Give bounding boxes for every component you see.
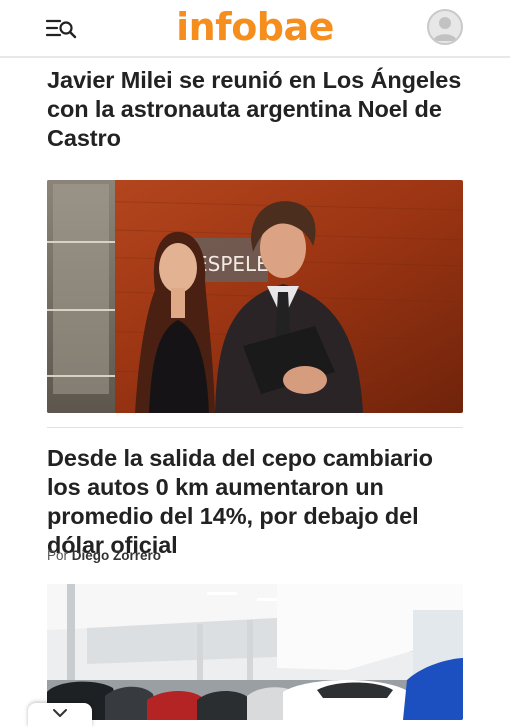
user-account-button[interactable] — [427, 9, 463, 45]
article-divider — [47, 427, 463, 428]
site-header: infobae — [0, 0, 510, 58]
byline-prefix: Por — [47, 548, 69, 563]
milei-astronaut-photo: ESPELE — [47, 180, 463, 413]
byline-author[interactable]: Diego Zorrero — [72, 548, 161, 563]
collapse-banner-button[interactable] — [28, 703, 92, 727]
user-avatar-icon — [433, 17, 457, 41]
car-dealership-photo — [47, 584, 463, 720]
article-photo-2[interactable] — [47, 584, 463, 720]
article-title-2[interactable]: Desde la salida del cepo cambiario los a… — [47, 444, 463, 560]
article-title-1[interactable]: Javier Milei se reunió en Los Ángeles co… — [47, 66, 463, 153]
article-card-1[interactable]: Javier Milei se reunió en Los Ángeles co… — [47, 66, 463, 153]
chevron-down-icon — [53, 709, 67, 717]
photo-sign-text: ESPELE — [195, 252, 269, 276]
article-card-2[interactable]: Desde la salida del cepo cambiario los a… — [47, 444, 463, 560]
article-byline: Por Diego Zorrero — [47, 548, 161, 563]
article-photo-1[interactable]: ESPELE — [47, 180, 463, 413]
